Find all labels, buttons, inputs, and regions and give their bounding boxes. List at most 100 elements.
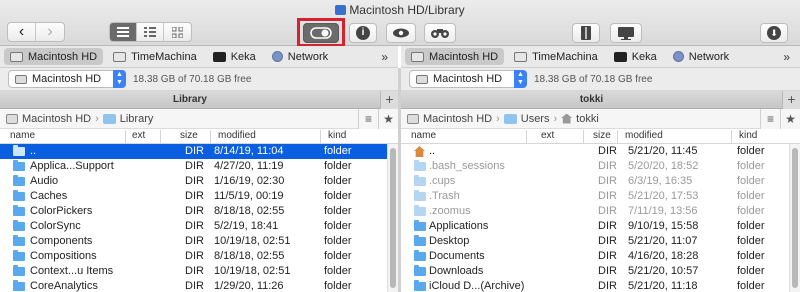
folder-icon [414,265,426,276]
volume-timemachina[interactable]: TimeMachina [508,48,604,65]
detail-view-button[interactable] [137,23,164,41]
table-row[interactable]: Compositions DIR 8/18/18, 02:55 folder [0,249,387,264]
table-row[interactable]: Caches DIR 11/5/19, 00:19 folder [0,189,387,204]
column-header-size[interactable]: size [176,130,198,141]
column-header-divider [210,130,211,143]
table-row[interactable]: Applications DIR 9/10/19, 15:58 folder [401,219,789,234]
column-header-modified[interactable]: modified [214,130,256,141]
favorite-button[interactable]: ★ [780,109,800,129]
table-row[interactable]: ColorPickers DIR 8/18/18, 02:55 folder [0,204,387,219]
breadcrumb-item[interactable]: Users [521,113,550,125]
volume-network[interactable]: Network [266,48,334,65]
folder-icon [414,220,426,231]
column-header-name[interactable]: name [6,130,35,141]
column-header-ext[interactable]: ext [537,130,554,141]
add-tab-button[interactable]: + [782,91,800,109]
table-row[interactable]: .cups DIR 6/3/19, 16:35 folder [401,174,789,189]
right-table-header: name ext size modified kind [401,129,800,144]
table-row[interactable]: ColorSync DIR 5/2/19, 18:41 folder [0,219,387,234]
column-header-size[interactable]: size [589,130,611,141]
menu-button[interactable]: ≡ [358,109,378,129]
folder-icon [13,280,25,291]
chevron-left-icon: ‹ [18,23,25,40]
info-button[interactable]: i [349,23,377,43]
search-button[interactable] [424,23,456,43]
nav-segment: ‹ › [7,22,65,42]
column-divider [617,130,618,143]
folder-icon [13,235,25,246]
column-divider [526,130,527,143]
disk-icon [407,113,419,124]
column-header-modified[interactable]: modified [621,130,663,141]
folder-icon [102,113,116,124]
table-row[interactable]: Documents DIR 4/16/20, 18:28 folder [401,249,789,264]
icon-view-button[interactable] [164,23,191,41]
menu-button[interactable]: ≡ [760,109,780,129]
table-row[interactable]: Components DIR 10/19/18, 02:51 folder [0,234,387,249]
column-divider [583,130,584,143]
list-view-button[interactable] [110,23,137,41]
view-mode-segment [109,22,192,42]
download-button[interactable]: ⬇ [760,23,788,43]
breadcrumb-item[interactable]: Library [120,113,154,125]
table-row[interactable]: .zoomus DIR 7/11/19, 13:56 folder [401,204,789,219]
breadcrumb-item[interactable]: Macintosh HD [423,113,492,125]
table-row[interactable]: .bash_sessions DIR 5/20/20, 18:52 folder [401,159,789,174]
more-volumes-button[interactable]: » [381,50,388,64]
network-icon [271,51,283,62]
folder-icon [13,265,25,276]
folder-icon [414,280,426,291]
scrollbar-thumb[interactable] [390,148,396,288]
folder-icon [414,190,426,201]
forward-button[interactable]: › [36,23,64,41]
more-volumes-button[interactable]: » [783,50,790,64]
right-breadcrumb-tools: ≡ ★ [760,109,800,129]
table-row[interactable]: .. DIR 8/14/19, 11:04 folder [0,144,387,159]
volume-timemachina[interactable]: TimeMachina [107,48,203,65]
right-panel-header: tokki [401,91,782,109]
archive-button[interactable] [572,23,600,43]
column-header-ext[interactable]: ext [128,130,145,141]
drive-select[interactable]: Macintosh HD ▲ ▼ [8,70,126,88]
table-row[interactable]: Audio DIR 1/16/19, 02:30 folder [0,174,387,189]
scrollbar-thumb[interactable] [792,148,798,288]
table-row[interactable]: .. DIR 5/21/20, 11:45 folder [401,144,789,159]
table-row[interactable]: Context...u Items DIR 10/19/18, 02:51 folde… [0,264,387,279]
scrollbar[interactable] [387,144,398,292]
scrollbar[interactable] [789,144,800,292]
disk-icon [15,74,27,84]
preview-button[interactable] [386,23,416,43]
archive-icon [581,26,591,40]
volume-macintosh-hd[interactable]: Macintosh HD [405,48,505,65]
table-row[interactable]: .Trash DIR 5/21/20, 17:53 folder [401,189,789,204]
table-row[interactable]: CoreAnalytics DIR 1/29/20, 11:26 folder [0,279,387,292]
window-title: Macintosh HD/Library [0,3,800,17]
terminal-button[interactable] [610,23,642,43]
volume-keka[interactable]: Keka [608,48,663,65]
eye-icon [393,28,409,38]
volume-network[interactable]: Network [667,48,735,65]
disk-icon [416,74,428,84]
home-icon [561,113,573,124]
toolbar: Macintosh HD/Library ‹ › i ⬇ [0,0,800,47]
folder-icon [13,220,25,231]
table-row[interactable]: Downloads DIR 5/21/20, 10:57 folder [401,264,789,279]
table-row[interactable]: iCloud D...(Archive) DIR 5/21/20, 11:18 fol… [401,279,789,292]
breadcrumb-item[interactable]: Macintosh HD [22,113,91,125]
column-header-name[interactable]: name [407,130,436,141]
favorite-button[interactable]: ★ [378,109,398,129]
volume-macintosh-hd[interactable]: Macintosh HD [4,48,104,65]
chevron-updown-icon: ▲ ▼ [113,70,126,88]
drive-select[interactable]: Macintosh HD ▲ ▼ [409,70,527,88]
table-row[interactable]: Applica...Support DIR 4/27/20, 11:19 folder [0,159,387,174]
volume-keka[interactable]: Keka [207,48,262,65]
breadcrumb-item[interactable]: tokki [576,113,599,125]
table-row[interactable]: Desktop DIR 5/21/20, 11:07 folder [401,234,789,249]
column-header-kind[interactable]: kind [735,130,757,141]
folder-icon [414,160,426,171]
column-header-kind[interactable]: kind [324,130,346,141]
left-panel-header: Library [0,91,380,109]
add-tab-button[interactable]: + [380,91,398,109]
disk-icon [113,51,127,62]
back-button[interactable]: ‹ [8,23,36,41]
